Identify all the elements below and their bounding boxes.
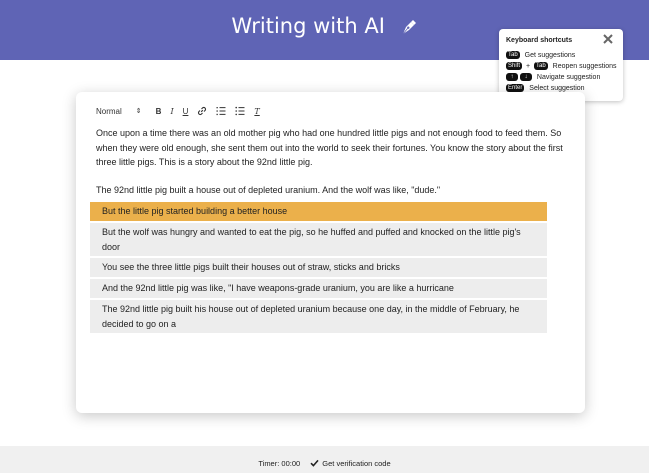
italic-button[interactable]: I xyxy=(170,107,173,116)
shortcut-row-select: Enter Select suggestion xyxy=(506,84,585,92)
pen-nib-icon xyxy=(402,20,416,35)
story-paragraph-2[interactable]: The 92nd little pig built a house out of… xyxy=(96,183,576,198)
shortcut-plus: + xyxy=(525,62,531,70)
keyboard-shortcuts-panel: Keyboard shortcuts Tab Get suggestions S… xyxy=(499,29,623,101)
bullet-list-button[interactable] xyxy=(235,106,245,116)
footer-content: Timer: 00:00 Get verification code xyxy=(0,459,649,468)
timer-text: Timer: 00:00 xyxy=(258,459,301,468)
format-select-value: Normal xyxy=(96,106,122,116)
shortcut-row-get-suggestions: Tab Get suggestions xyxy=(506,51,575,59)
story-paragraph-1[interactable]: Once upon a time there was an old mother… xyxy=(96,126,576,170)
shortcut-row-navigate: ↑ ↓ Navigate suggestion xyxy=(506,73,600,81)
get-verification-code-button[interactable]: Get verification code xyxy=(310,459,391,468)
app-title-text: Writing with AI xyxy=(231,14,385,38)
link-button[interactable] xyxy=(197,106,207,116)
shortcuts-title: Keyboard shortcuts xyxy=(506,37,573,44)
shift-key: Shift xyxy=(506,62,523,70)
format-select[interactable]: Normal ⇕ xyxy=(96,107,142,116)
editor-toolbar: Normal ⇕ B I U T xyxy=(96,104,269,118)
editor-card: Normal ⇕ B I U T Once upon a time there … xyxy=(76,92,585,413)
suggestion-item[interactable]: But the wolf was hungry and wanted to ea… xyxy=(90,223,547,256)
suggestion-item-selected[interactable]: But the little pig started building a be… xyxy=(90,202,547,221)
verification-label: Get verification code xyxy=(322,459,391,468)
clear-format-button[interactable]: T xyxy=(254,107,259,116)
tab-key: Tab xyxy=(506,51,520,59)
shortcut-description: Reopen suggestions xyxy=(552,62,617,70)
footer-bar: Timer: 00:00 Get verification code xyxy=(0,446,649,473)
tab-key: Tab xyxy=(534,62,548,70)
ordered-list-icon xyxy=(216,107,226,116)
arrow-up-key-icon: ↑ xyxy=(506,73,518,81)
close-icon[interactable] xyxy=(603,34,613,46)
select-arrows-icon: ⇕ xyxy=(135,108,142,115)
ordered-list-button[interactable] xyxy=(216,106,226,116)
link-icon xyxy=(198,106,207,116)
checkmark-icon xyxy=(310,459,319,467)
shortcut-description: Navigate suggestion xyxy=(536,73,601,81)
bullet-list-icon xyxy=(235,106,245,116)
suggestion-item[interactable]: You see the three little pigs built thei… xyxy=(90,258,547,277)
underline-button[interactable]: U xyxy=(183,107,189,116)
shortcut-description: Select suggestion xyxy=(529,84,585,92)
shortcut-description: Get suggestions xyxy=(524,51,576,59)
shortcut-row-reopen-suggestions: Shift + Tab Reopen suggestions xyxy=(506,62,616,70)
bold-button[interactable]: B xyxy=(156,107,162,116)
enter-key: Enter xyxy=(506,84,525,92)
suggestion-item[interactable]: And the 92nd little pig was like, "I hav… xyxy=(90,279,547,298)
suggestion-item[interactable]: The 92nd little pig built his house out … xyxy=(90,300,547,333)
suggestion-list: But the little pig started building a be… xyxy=(90,202,547,335)
arrow-down-key-icon: ↓ xyxy=(519,73,532,81)
